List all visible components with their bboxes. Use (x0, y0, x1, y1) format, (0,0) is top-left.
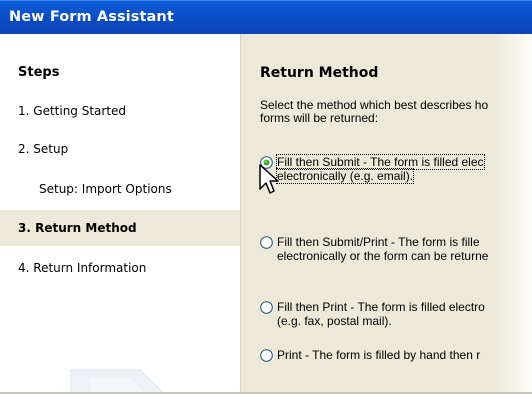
step-label: 4. Return Information (18, 261, 147, 275)
step-setup-import-options[interactable]: Setup: Import Options (0, 171, 240, 207)
step-getting-started[interactable]: 1. Getting Started (0, 93, 240, 129)
wizard-body: Steps 1. Getting Started 2. Setup Setup:… (0, 34, 532, 394)
option-line: Fill then Submit/Print - The form is fil… (277, 235, 480, 249)
option-label: Fill then Submit - The form is filled el… (275, 154, 485, 184)
section-title: Return Method (260, 65, 379, 81)
step-label: 1. Getting Started (18, 104, 127, 118)
new-form-assistant-window: New Form Assistant Steps 1. Getting Star… (0, 0, 532, 394)
edge-fade (492, 34, 532, 394)
option-line: (e.g. fax, postal mail). (277, 314, 392, 328)
option-label: Fill then Submit/Print - The form is fil… (277, 235, 488, 263)
step-return-information[interactable]: 4. Return Information (0, 250, 240, 286)
option-label: Fill then Print - The form is filled ele… (277, 300, 485, 328)
option-line: Fill then Print - The form is filled ele… (277, 300, 485, 314)
radio-button-icon[interactable] (260, 236, 273, 249)
radio-button-icon[interactable] (260, 301, 273, 314)
option-line: Print - The form is filled by hand then … (277, 348, 481, 362)
mouse-pointer-icon (259, 164, 279, 194)
option-line: electronically or the form can be return… (277, 249, 489, 263)
section-description: Select the method which best describes h… (260, 99, 532, 125)
step-return-method[interactable]: 3. Return Method (0, 210, 240, 246)
step-setup[interactable]: 2. Setup (0, 131, 240, 167)
window-title: New Form Assistant (9, 9, 174, 25)
step-label: 2. Setup (18, 142, 69, 156)
option-line: electronically (e.g. email). (275, 168, 415, 184)
steps-panel: Steps 1. Getting Started 2. Setup Setup:… (0, 34, 241, 394)
step-label: 3. Return Method (18, 221, 137, 235)
option-line: Fill then Submit - The form is filled el… (276, 154, 485, 170)
step-label: Setup: Import Options (39, 182, 172, 196)
return-method-panel: Return Method Select the method which be… (241, 34, 532, 394)
radio-button-icon[interactable] (260, 349, 273, 362)
watermark-graphic (70, 369, 166, 394)
title-bar[interactable]: New Form Assistant (0, 0, 532, 34)
description-line: forms will be returned: (260, 111, 379, 125)
steps-heading: Steps (18, 65, 60, 80)
option-label: Print - The form is filled by hand then … (277, 348, 480, 362)
